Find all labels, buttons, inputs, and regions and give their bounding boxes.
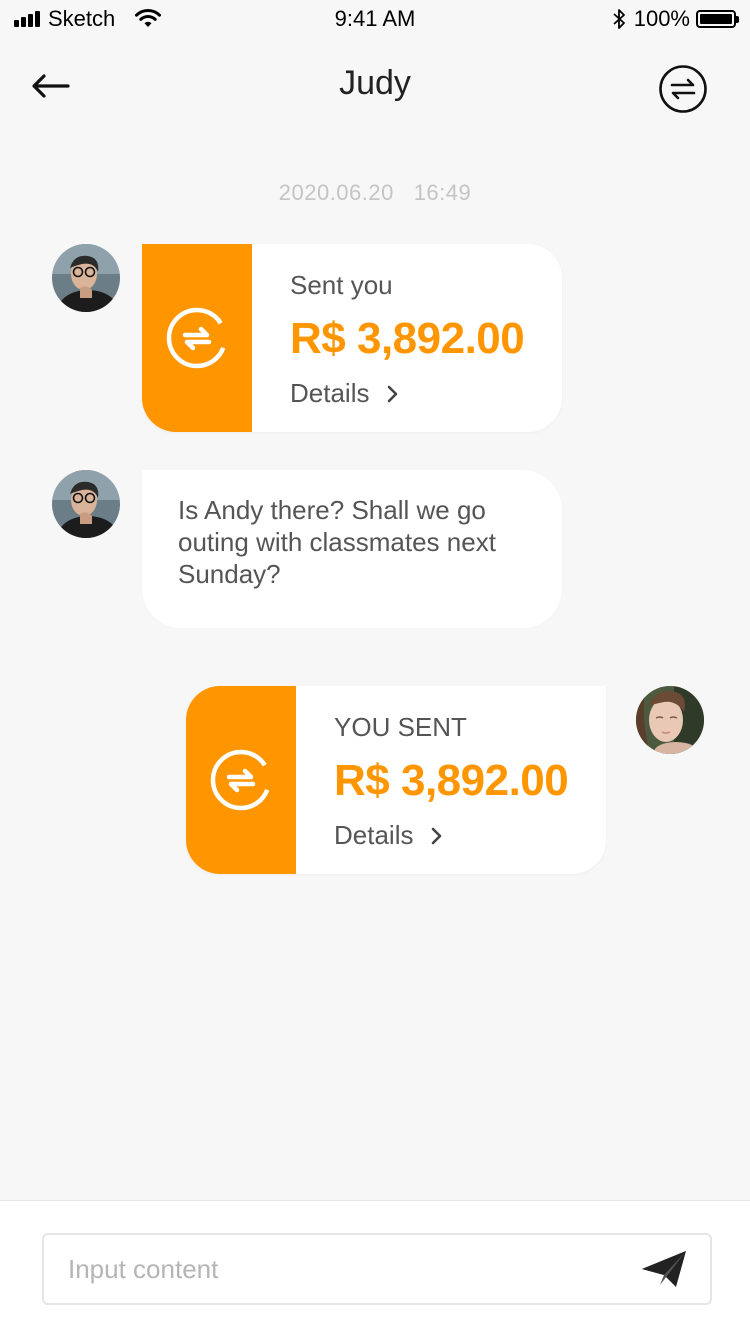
transfer-label: Sent you bbox=[290, 270, 393, 300]
transfer-icon bbox=[210, 749, 272, 811]
details-label: Details bbox=[334, 820, 414, 850]
my-avatar[interactable] bbox=[636, 686, 704, 754]
transfer-icon bbox=[166, 307, 228, 369]
card-accent-panel bbox=[186, 686, 296, 874]
battery-percent: 100% bbox=[633, 6, 690, 31]
chat-timestamp: 2020.06.20 16:49 bbox=[278, 180, 472, 205]
chevron-right-icon bbox=[388, 385, 398, 402]
avatar[interactable] bbox=[52, 470, 120, 538]
avatar-image bbox=[52, 470, 120, 538]
transfer-amount: R$ 3,892.00 bbox=[290, 314, 525, 363]
message-bubble[interactable]: Is Andy there? Shall we go outing with c… bbox=[142, 470, 562, 628]
send-icon[interactable] bbox=[640, 1249, 688, 1289]
composer-bar bbox=[0, 1200, 750, 1335]
transfer-label: YOU SENT bbox=[334, 712, 467, 742]
bluetooth-icon bbox=[613, 9, 625, 29]
avatar-image bbox=[52, 244, 120, 312]
chevron-right-icon bbox=[432, 827, 442, 844]
nav-bar: Judy bbox=[0, 48, 750, 124]
battery-icon bbox=[696, 10, 739, 28]
status-right: 100% bbox=[612, 6, 739, 32]
details-link[interactable]: Details bbox=[290, 378, 399, 409]
message-input-box[interactable] bbox=[42, 1233, 712, 1305]
avatar-image bbox=[636, 686, 704, 754]
card-accent-panel bbox=[142, 244, 252, 432]
status-bar: Sketch 9:41 AM 100% bbox=[0, 0, 750, 40]
transfer-card-sent[interactable]: YOU SENT R$ 3,892.00 Details bbox=[186, 686, 606, 874]
message-input[interactable] bbox=[68, 1235, 608, 1303]
exchange-icon[interactable] bbox=[658, 64, 708, 114]
transfer-amount: R$ 3,892.00 bbox=[334, 756, 569, 805]
page-title: Judy bbox=[339, 64, 411, 102]
avatar[interactable] bbox=[52, 244, 120, 312]
details-link[interactable]: Details bbox=[334, 820, 443, 851]
transfer-card-received[interactable]: Sent you R$ 3,892.00 Details bbox=[142, 244, 562, 432]
details-label: Details bbox=[290, 378, 370, 408]
